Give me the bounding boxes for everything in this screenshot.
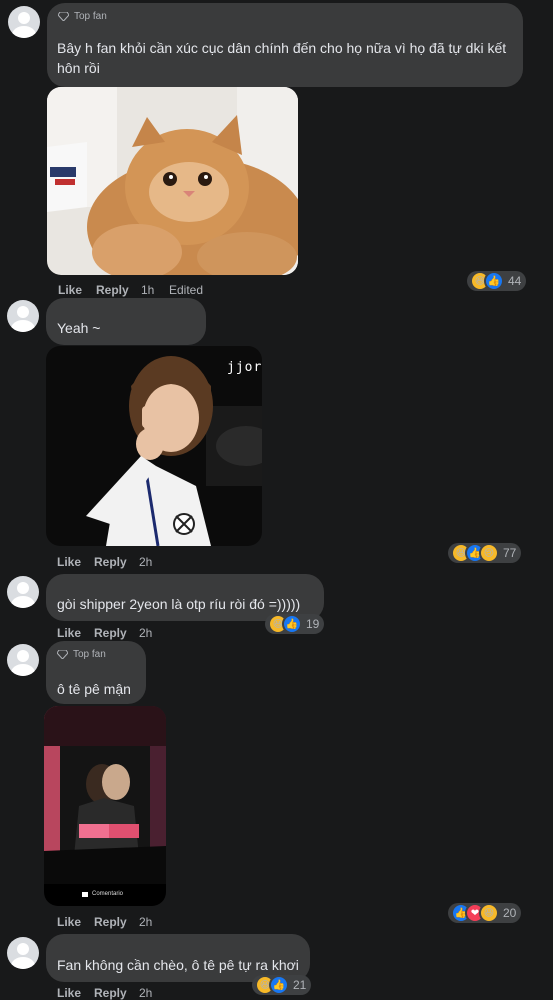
avatar[interactable] <box>7 300 39 332</box>
like-link[interactable]: Like <box>58 283 82 297</box>
reaction-count: 77 <box>503 546 517 560</box>
reaction-count: 20 <box>503 906 517 920</box>
comment-text: gòi shipper 2yeon là otp ríu ròi đó =)))… <box>57 596 301 612</box>
reaction-count: 19 <box>306 617 320 631</box>
top-fan-badge: Top fan <box>57 649 106 660</box>
reply-link[interactable]: Reply <box>94 915 127 929</box>
diamond-icon <box>57 650 68 659</box>
badge-label: Top fan <box>74 11 107 22</box>
comment-text: Fan không cần chèo, ô tê pê tự ra khơi <box>57 957 299 973</box>
reaction-summary[interactable]: 😆 👍 19 <box>265 614 325 634</box>
like-link[interactable]: Like <box>57 626 81 640</box>
haha-icon: 😆 <box>479 903 499 923</box>
reaction-summary[interactable]: 😆 👍 😢 77 <box>448 543 522 563</box>
reaction-count: 21 <box>293 978 307 992</box>
like-icon: 👍 <box>269 975 289 995</box>
timestamp[interactable]: 2h <box>139 626 152 640</box>
timestamp[interactable]: 2h <box>139 555 152 569</box>
video-caption: Comentario <box>92 891 124 897</box>
comment-video[interactable]: Comentario <box>44 706 166 906</box>
timestamp[interactable]: 1h <box>141 283 154 297</box>
reaction-summary[interactable]: 😆 👍 21 <box>252 975 312 995</box>
sad-icon: 😢 <box>479 543 499 563</box>
comment-image[interactable] <box>47 87 298 275</box>
like-link[interactable]: Like <box>57 555 81 569</box>
timestamp[interactable]: 2h <box>139 986 152 1000</box>
timestamp[interactable]: 2h <box>139 915 152 929</box>
diamond-icon <box>58 12 69 21</box>
comment-text: Yeah ~ <box>57 320 101 336</box>
avatar[interactable] <box>8 6 40 38</box>
avatar[interactable] <box>7 937 39 969</box>
reply-link[interactable]: Reply <box>94 555 127 569</box>
comment-text: Bây h fan khỏi cần xúc cục dân chính đến… <box>57 40 507 76</box>
reaction-count: 44 <box>508 274 522 288</box>
reply-link[interactable]: Reply <box>94 626 127 640</box>
avatar[interactable] <box>7 576 39 608</box>
like-icon: 👍 <box>282 614 302 634</box>
comment-image[interactable]: jjoru <box>46 346 262 546</box>
top-fan-badge: Top fan <box>58 11 107 22</box>
avatar[interactable] <box>7 644 39 676</box>
comment-text: ô tê pê mận <box>57 681 131 697</box>
like-link[interactable]: Like <box>57 915 81 929</box>
badge-label: Top fan <box>73 649 106 660</box>
reply-link[interactable]: Reply <box>94 986 127 1000</box>
reply-link[interactable]: Reply <box>96 283 129 297</box>
reaction-summary[interactable]: 😆 👍 44 <box>467 271 527 291</box>
reaction-summary[interactable]: 👍 ❤ 😆 20 <box>448 903 522 923</box>
like-icon: 👍 <box>484 271 504 291</box>
media-overlay-text: jjoru <box>227 360 262 375</box>
edited-label: Edited <box>169 283 204 297</box>
like-link[interactable]: Like <box>57 986 81 1000</box>
